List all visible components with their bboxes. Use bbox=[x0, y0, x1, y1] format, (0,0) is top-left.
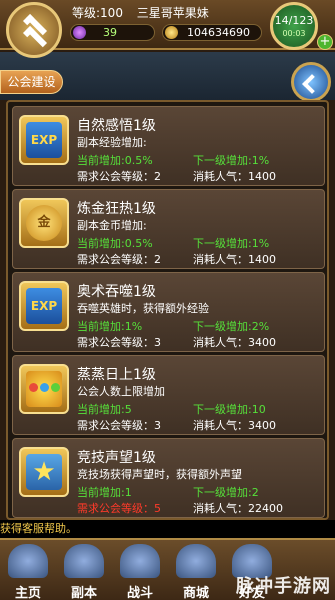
gold-coin-icon: 金 bbox=[19, 198, 69, 248]
player-info: 等级:100 三星哥苹果妹 bbox=[72, 4, 219, 21]
members-icon bbox=[19, 364, 69, 414]
stamina-value: 14/123 bbox=[274, 14, 314, 27]
player-name: 三星哥苹果妹 bbox=[136, 6, 209, 20]
arrow-left-icon bbox=[302, 74, 322, 94]
item-next: 下一级增加:2% bbox=[193, 320, 270, 333]
list-item[interactable]: EXP 奥术吞噬1级 吞噬英雄时，获得额外经验 当前增加:1% 下一级增加:2%… bbox=[12, 272, 325, 352]
item-requirement: 需求公会等级：3 bbox=[77, 419, 161, 432]
scrolling-notice: 获得客服帮助。 bbox=[0, 520, 335, 538]
gem-icon bbox=[73, 26, 86, 39]
stamina-timer: 00:03 bbox=[282, 29, 306, 38]
nav-label: 商城 bbox=[182, 586, 209, 600]
nav-shop[interactable]: 商城 bbox=[168, 540, 224, 600]
nav-label: 战斗 bbox=[126, 586, 153, 600]
watermark-text: 脉冲手游网 bbox=[236, 576, 331, 597]
nav-battle[interactable]: 战斗 bbox=[112, 540, 168, 600]
list-item[interactable]: 金 炼金狂热1级 副本金币增加: 当前增加:0.5% 下一级增加:1% 需求公会… bbox=[12, 189, 325, 269]
exp-icon: EXP bbox=[19, 281, 69, 331]
list-item[interactable]: ★ 竞技声望1级 竞技场获得声望时，获得额外声望 当前增加:1 下一级增加:2 … bbox=[12, 438, 325, 518]
item-title: 奥术吞噬1级 bbox=[77, 284, 156, 300]
stamina-orb[interactable]: 14/123 00:03 bbox=[270, 2, 318, 50]
gem-counter[interactable]: 39 bbox=[70, 24, 155, 41]
nav-home[interactable]: 主页 bbox=[0, 540, 56, 600]
home-icon bbox=[8, 544, 48, 578]
item-next: 下一级增加:10 bbox=[193, 403, 266, 416]
gold-icon bbox=[165, 26, 178, 39]
dungeon-icon bbox=[64, 544, 104, 578]
item-desc: 吞噬英雄时，获得额外经验 bbox=[77, 302, 209, 315]
item-cost: 消耗人气：22400 bbox=[193, 502, 283, 515]
item-cost: 消耗人气：3400 bbox=[193, 419, 276, 432]
player-level: 等级:100 bbox=[72, 6, 123, 20]
gold-counter[interactable]: 104634690 bbox=[162, 24, 262, 41]
star-icon: ★ bbox=[19, 447, 69, 497]
exp-icon: EXP bbox=[19, 115, 69, 165]
add-stamina-button[interactable]: + bbox=[317, 34, 333, 50]
item-current: 当前增加:0.5% bbox=[77, 154, 153, 167]
item-next: 下一级增加:1% bbox=[193, 237, 270, 250]
item-desc: 公会人数上限增加 bbox=[77, 385, 165, 398]
item-requirement: 需求公会等级：2 bbox=[77, 253, 161, 266]
back-button[interactable] bbox=[291, 62, 331, 102]
item-cost: 消耗人气：1400 bbox=[193, 253, 276, 266]
item-current: 当前增加:1 bbox=[77, 486, 132, 499]
nav-label: 主页 bbox=[14, 586, 41, 600]
item-desc: 竞技场获得声望时，获得额外声望 bbox=[77, 468, 242, 481]
item-next: 下一级增加:1% bbox=[193, 154, 270, 167]
item-cost: 消耗人气：3400 bbox=[193, 336, 276, 349]
item-desc: 副本金币增加: bbox=[77, 219, 147, 232]
shop-icon bbox=[176, 544, 216, 578]
item-title: 蒸蒸日上1级 bbox=[77, 367, 156, 383]
item-title: 竞技声望1级 bbox=[77, 450, 156, 466]
item-current: 当前增加:5 bbox=[77, 403, 132, 416]
item-next: 下一级增加:2 bbox=[193, 486, 259, 499]
item-requirement: 需求公会等级：5 bbox=[77, 502, 161, 515]
rank-badge[interactable] bbox=[6, 2, 62, 58]
battle-icon bbox=[120, 544, 160, 578]
list-item[interactable]: EXP 自然感悟1级 副本经验增加: 当前增加:0.5% 下一级增加:1% 需求… bbox=[12, 106, 325, 186]
guild-building-list[interactable]: EXP 自然感悟1级 副本经验增加: 当前增加:0.5% 下一级增加:1% 需求… bbox=[6, 100, 329, 520]
gold-count: 104634690 bbox=[187, 26, 250, 39]
item-current: 当前增加:1% bbox=[77, 320, 143, 333]
nav-dungeon[interactable]: 副本 bbox=[56, 540, 112, 600]
list-item[interactable]: 蒸蒸日上1级 公会人数上限增加 当前增加:5 下一级增加:10 需求公会等级：3… bbox=[12, 355, 325, 435]
item-desc: 副本经验增加: bbox=[77, 136, 147, 149]
item-requirement: 需求公会等级：3 bbox=[77, 336, 161, 349]
item-title: 炼金狂热1级 bbox=[77, 201, 156, 217]
gem-count: 39 bbox=[103, 26, 117, 39]
item-current: 当前增加:0.5% bbox=[77, 237, 153, 250]
tab-guild-building[interactable]: 公会建设 bbox=[0, 70, 63, 94]
item-requirement: 需求公会等级：2 bbox=[77, 170, 161, 183]
item-title: 自然感悟1级 bbox=[77, 118, 156, 134]
item-cost: 消耗人气：1400 bbox=[193, 170, 276, 183]
nav-label: 副本 bbox=[70, 586, 97, 600]
